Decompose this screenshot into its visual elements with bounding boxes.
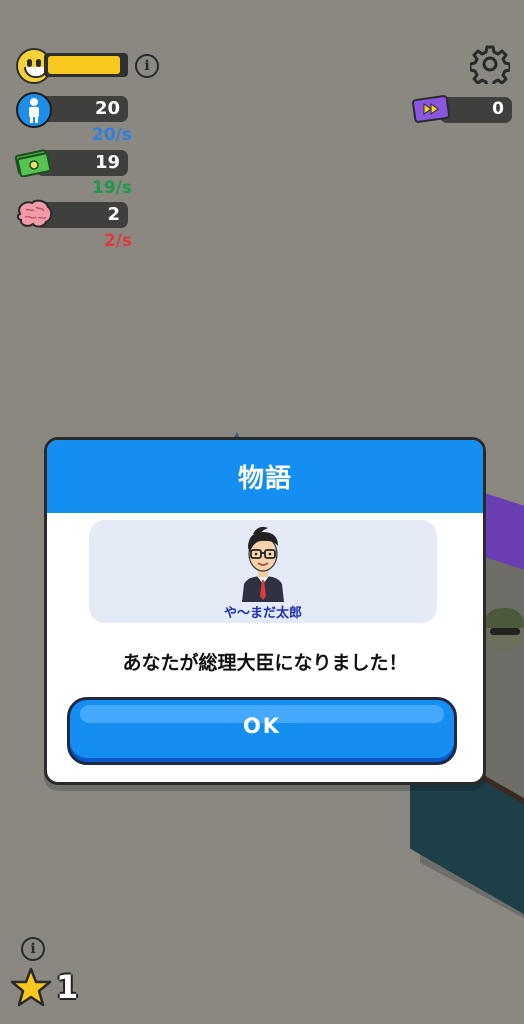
star-icon	[10, 966, 52, 1008]
npc-soldier-helmet	[484, 608, 524, 628]
population-rate: 20/s	[92, 125, 132, 145]
npc-soldier-sunglasses	[490, 628, 520, 635]
money-rate: 19/s	[92, 178, 132, 198]
character-name: や〜まだ太郎	[223, 606, 302, 621]
money-value: 19	[94, 152, 120, 173]
brain-icon	[14, 198, 54, 230]
star-count: 1	[56, 968, 79, 1006]
cash-icon	[14, 147, 52, 178]
ok-button-label: OK	[242, 714, 282, 738]
dialog-message: あなたが総理大臣になりました！	[122, 652, 408, 674]
fast-forward-ticket-icon[interactable]	[412, 95, 452, 123]
brain-value: 2	[107, 204, 120, 225]
dialog-title: 物語	[237, 464, 292, 494]
population-value: 20	[94, 98, 120, 119]
happiness-bar	[44, 53, 128, 77]
info-icon[interactable]: i	[21, 937, 45, 961]
ok-button[interactable]: OK	[67, 697, 457, 765]
dialog-header: 物語	[47, 440, 483, 513]
happiness-bar-fill	[48, 56, 120, 74]
brain-rate: 2/s	[103, 231, 132, 251]
story-dialog: 物語 や〜まだ太郎 あなたが総理大臣になりました！ OK	[44, 437, 486, 785]
fast-forward-ticket-count: 0	[492, 99, 504, 119]
politician-portrait-icon	[242, 526, 284, 602]
info-icon[interactable]: i	[135, 54, 159, 78]
person-icon	[16, 92, 52, 128]
character-portrait-panel: や〜まだ太郎	[89, 520, 437, 623]
gear-icon[interactable]	[468, 44, 512, 89]
